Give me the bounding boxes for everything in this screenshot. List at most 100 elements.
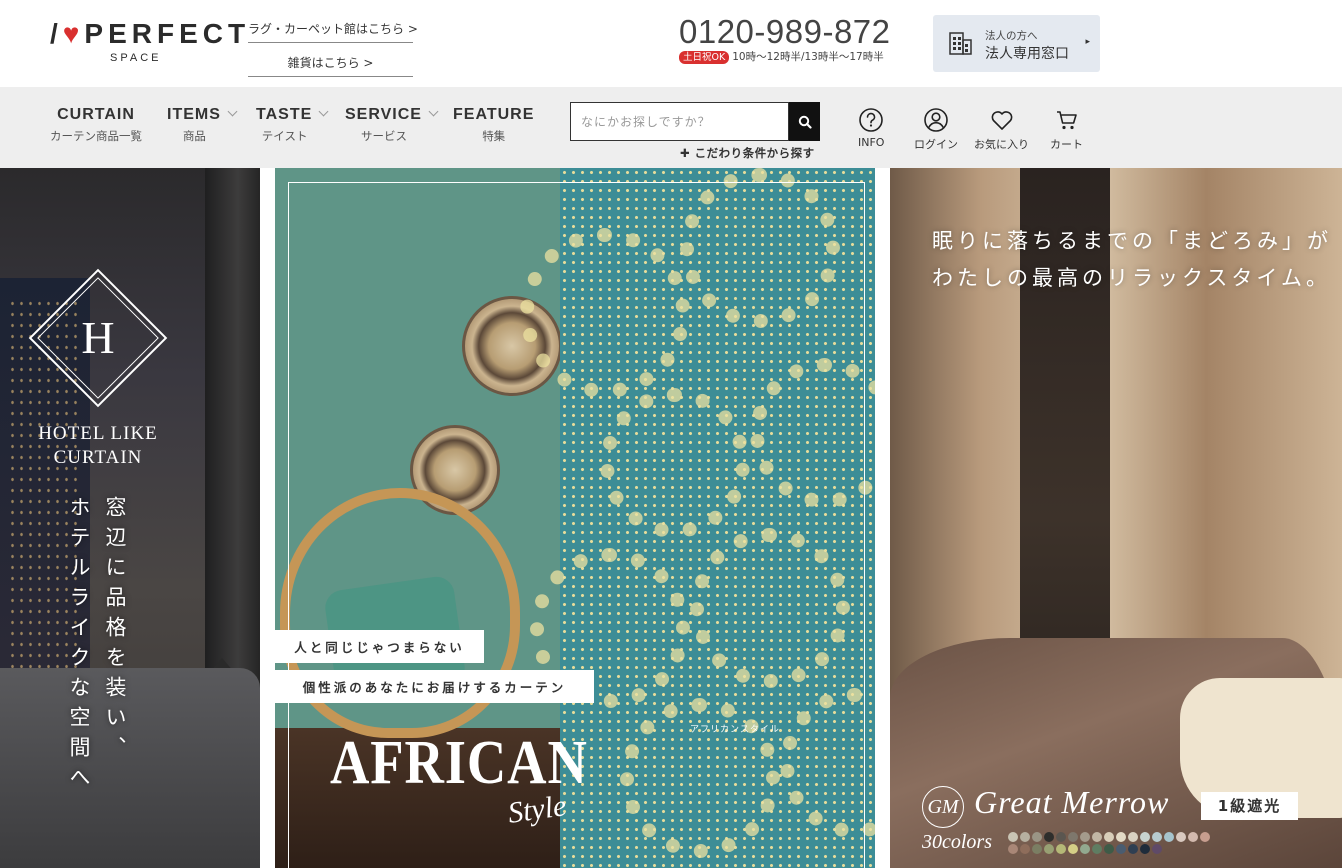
color-swatch xyxy=(1080,844,1090,854)
nav-item-service[interactable]: SERVICE サービス xyxy=(345,106,439,144)
nav-label: ITEMS xyxy=(167,106,221,123)
color-swatch xyxy=(1008,832,1018,842)
nav-item-items[interactable]: ITEMS 商品 xyxy=(167,106,238,144)
logo-slash: / xyxy=(50,18,63,49)
color-swatch xyxy=(1188,832,1198,842)
brand-line-2: CURTAIN xyxy=(53,447,143,468)
merrow-copy-line-2: わたしの最高のリラックスタイム。 xyxy=(932,266,1331,290)
corporate-label: 法人専用窓口 xyxy=(985,46,1069,62)
phone-contact: 0120-989-872 土日祝OK 10時〜12時半/13時半〜17時半 xyxy=(679,14,909,64)
sofa-decor xyxy=(0,668,260,868)
nav-label: FEATURE xyxy=(453,106,535,123)
color-count-label: 30colors xyxy=(922,831,992,853)
nav-item-taste[interactable]: TASTE テイスト xyxy=(256,106,329,144)
search-input[interactable] xyxy=(570,102,789,141)
nav-label: CURTAIN xyxy=(57,106,135,123)
corporate-small-text: 法人の方へ xyxy=(985,30,1038,42)
hotel-copy-column-1: 窓辺に品格を装い、 xyxy=(103,496,127,766)
african-title: AFRICAN xyxy=(330,729,588,797)
great-merrow-banner[interactable]: 眠りに落ちるまでの「まどろみ」が わたしの最高のリラックスタイム。 GM Gre… xyxy=(890,168,1342,868)
color-swatch xyxy=(1116,844,1126,854)
nav-sublabel: 商品 xyxy=(182,129,206,143)
color-swatch xyxy=(1068,832,1078,842)
color-swatch xyxy=(1128,844,1138,854)
phone-hours-line: 土日祝OK 10時〜12時半/13時半〜17時半 xyxy=(679,49,909,64)
sister-site-links: ラグ・カーペット館はこちら > 雑貨はこちら > xyxy=(248,18,418,77)
user-icon xyxy=(924,108,948,132)
color-swatch xyxy=(1008,844,1018,854)
nav-item-curtain[interactable]: CURTAIN カーテン商品一覧 xyxy=(50,106,142,144)
gm-logo-icon: GM xyxy=(922,786,964,828)
arrow-right-icon: ▸ xyxy=(1085,37,1090,47)
advanced-search-link[interactable]: ✚ こだわり条件から探す xyxy=(680,145,815,161)
rug-carpet-link[interactable]: ラグ・カーペット館はこちら > xyxy=(248,18,418,43)
site-header: /♥PERFECT SPACE ラグ・カーペット館はこちら > 雑貨はこちら >… xyxy=(0,0,1342,87)
color-swatch xyxy=(1176,832,1186,842)
color-swatch xyxy=(1104,832,1114,842)
nav-sublabel: サービス xyxy=(360,129,407,143)
info-button[interactable]: INFO xyxy=(858,107,884,149)
site-logo[interactable]: /♥PERFECT SPACE xyxy=(50,18,245,68)
hotel-monogram: H xyxy=(81,312,115,363)
color-swatch xyxy=(1128,832,1138,842)
color-swatch xyxy=(1056,844,1066,854)
login-button[interactable]: ログイン xyxy=(914,107,958,152)
main-nav: CURTAIN カーテン商品一覧 ITEMS 商品 TASTE テイスト SER… xyxy=(0,87,1342,168)
color-swatch xyxy=(1140,832,1150,842)
brand-line-1: HOTEL LIKE xyxy=(38,423,158,444)
nav-sublabel: テイスト xyxy=(261,129,308,143)
map-pin-icon: ♥ xyxy=(62,18,85,49)
search-box xyxy=(570,102,820,141)
search-icon xyxy=(798,115,812,129)
util-label: INFO xyxy=(858,136,885,149)
util-label: お気に入り xyxy=(974,138,1029,151)
color-swatch xyxy=(1080,832,1090,842)
color-swatch xyxy=(1032,832,1042,842)
util-label: ログイン xyxy=(914,138,958,151)
goods-link[interactable]: 雑貨はこちら > xyxy=(248,52,413,77)
color-swatch xyxy=(1044,832,1054,842)
color-swatch xyxy=(1032,844,1042,854)
cart-button[interactable]: カート xyxy=(1050,107,1083,152)
chevron-down-icon xyxy=(318,106,329,117)
building-icon xyxy=(949,32,972,55)
color-swatch xyxy=(1152,844,1162,854)
blackout-grade-badge: 1級遮光 xyxy=(1201,792,1298,820)
color-swatch xyxy=(1068,844,1078,854)
phone-hours: 10時〜12時半/13時半〜17時半 xyxy=(732,51,884,63)
util-label: カート xyxy=(1050,138,1083,151)
nav-label: TASTE xyxy=(256,106,313,123)
color-swatch xyxy=(1044,844,1054,854)
logo-text: PERFECT xyxy=(84,18,251,49)
color-swatch xyxy=(1020,844,1030,854)
color-swatch xyxy=(1104,844,1114,854)
african-tagline-2: 個性派のあなたにお届けするカーテン xyxy=(275,670,594,703)
color-swatch xyxy=(1164,832,1174,842)
hotel-copy-column-2: ホテルライクな空間へ xyxy=(67,496,91,796)
chevron-down-icon xyxy=(428,106,439,117)
nav-item-feature[interactable]: FEATURE 特集 xyxy=(453,106,534,144)
nav-label: SERVICE xyxy=(345,106,422,123)
hotel-like-curtain-banner[interactable]: H HOTEL LIKE CURTAIN 窓辺に品格を装い、 ホテルライクな空間… xyxy=(0,168,260,868)
corporate-window-button[interactable]: 法人の方へ 法人専用窓口 ▸ xyxy=(933,15,1100,72)
merrow-copy-line-1: 眠りに落ちるまでの「まどろみ」が xyxy=(932,229,1332,253)
color-swatches xyxy=(1008,832,1218,854)
search-button[interactable] xyxy=(789,102,820,141)
african-style-banner[interactable]: 人と同じじゃつまらない 個性派のあなたにお届けするカーテン アフリカンスタイル … xyxy=(275,168,875,868)
favorites-button[interactable]: お気に入り xyxy=(974,107,1029,152)
nav-sublabel: 特集 xyxy=(482,129,506,143)
hotel-brand-name: HOTEL LIKE CURTAIN xyxy=(0,422,196,470)
chevron-down-icon xyxy=(227,106,238,117)
color-swatch xyxy=(1140,844,1150,854)
color-swatch xyxy=(1092,832,1102,842)
color-swatch xyxy=(1200,832,1210,842)
merrow-product-name: Great Merrow xyxy=(974,784,1170,820)
cart-icon xyxy=(1056,111,1077,130)
african-subtitle: アフリカンスタイル xyxy=(690,725,780,735)
color-swatch xyxy=(1116,832,1126,842)
color-swatch xyxy=(1020,832,1030,842)
color-swatch xyxy=(1056,832,1066,842)
color-swatch xyxy=(1152,832,1162,842)
phone-number[interactable]: 0120-989-872 xyxy=(679,14,909,50)
question-circle-icon xyxy=(859,108,884,132)
